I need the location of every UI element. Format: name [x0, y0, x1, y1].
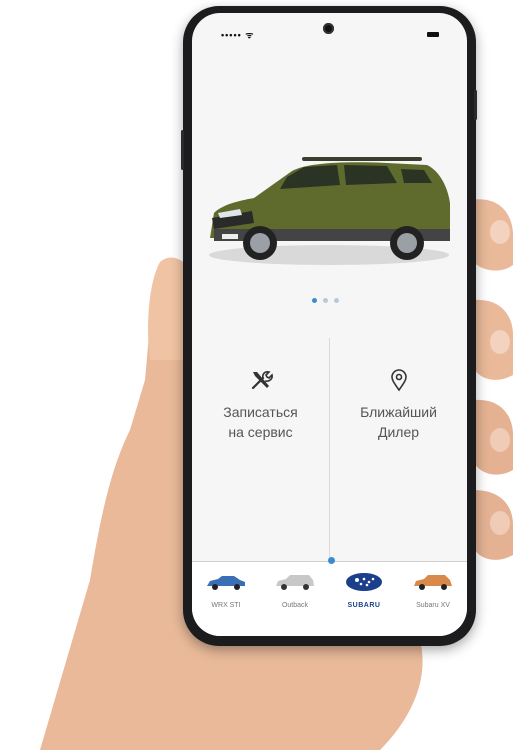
front-camera: [323, 23, 334, 34]
status-bar: ••••• ᯤ: [192, 13, 467, 53]
brand-name: SUBARU: [347, 602, 381, 609]
nearest-dealer-label-line1: Ближайший: [360, 404, 437, 420]
model-subaru-xv[interactable]: Subaru XV: [399, 572, 467, 609]
model-selector-bar: WRX STI Outback SUBARU Subaru XV: [192, 557, 467, 636]
model-wrx-sti[interactable]: WRX STI: [192, 572, 260, 609]
model-outback[interactable]: Outback: [261, 572, 329, 609]
book-service-button[interactable]: Записаться на сервис: [192, 368, 329, 442]
model-name: WRX STI: [211, 602, 241, 609]
car-thumbnail-icon: [414, 575, 452, 590]
model-name: Outback: [281, 602, 309, 609]
side-button: [181, 130, 184, 170]
carousel-pager[interactable]: [312, 298, 339, 303]
book-service-label-line1: Записаться: [223, 404, 298, 420]
car-thumbnail-icon: [276, 575, 314, 590]
side-button: [474, 90, 477, 120]
subaru-logo-button[interactable]: SUBARU: [330, 572, 398, 609]
location-pin-icon: [390, 369, 407, 392]
nearest-dealer-label-line2: Дилер: [377, 424, 420, 440]
tools-icon: [251, 371, 273, 390]
phone-screen: ••••• ᯤ Записаться на сервис Ближайший Д…: [192, 13, 467, 636]
carousel-dot[interactable]: [323, 298, 328, 303]
carousel-dot[interactable]: [334, 298, 339, 303]
car-image[interactable]: [192, 143, 467, 283]
model-name: Subaru XV: [416, 602, 450, 609]
car-thumbnail-icon: [207, 576, 245, 590]
book-service-label-line2: на сервис: [228, 424, 293, 440]
battery-icon: [427, 32, 439, 37]
signal-indicator: ••••• ᯤ: [221, 30, 255, 40]
action-panel: Записаться на сервис Ближайший Дилер: [192, 338, 467, 573]
scroll-indicator: [328, 557, 335, 564]
subaru-logo-icon: [346, 573, 382, 591]
carousel-dot[interactable]: [312, 298, 317, 303]
nearest-dealer-button[interactable]: Ближайший Дилер: [330, 368, 467, 442]
